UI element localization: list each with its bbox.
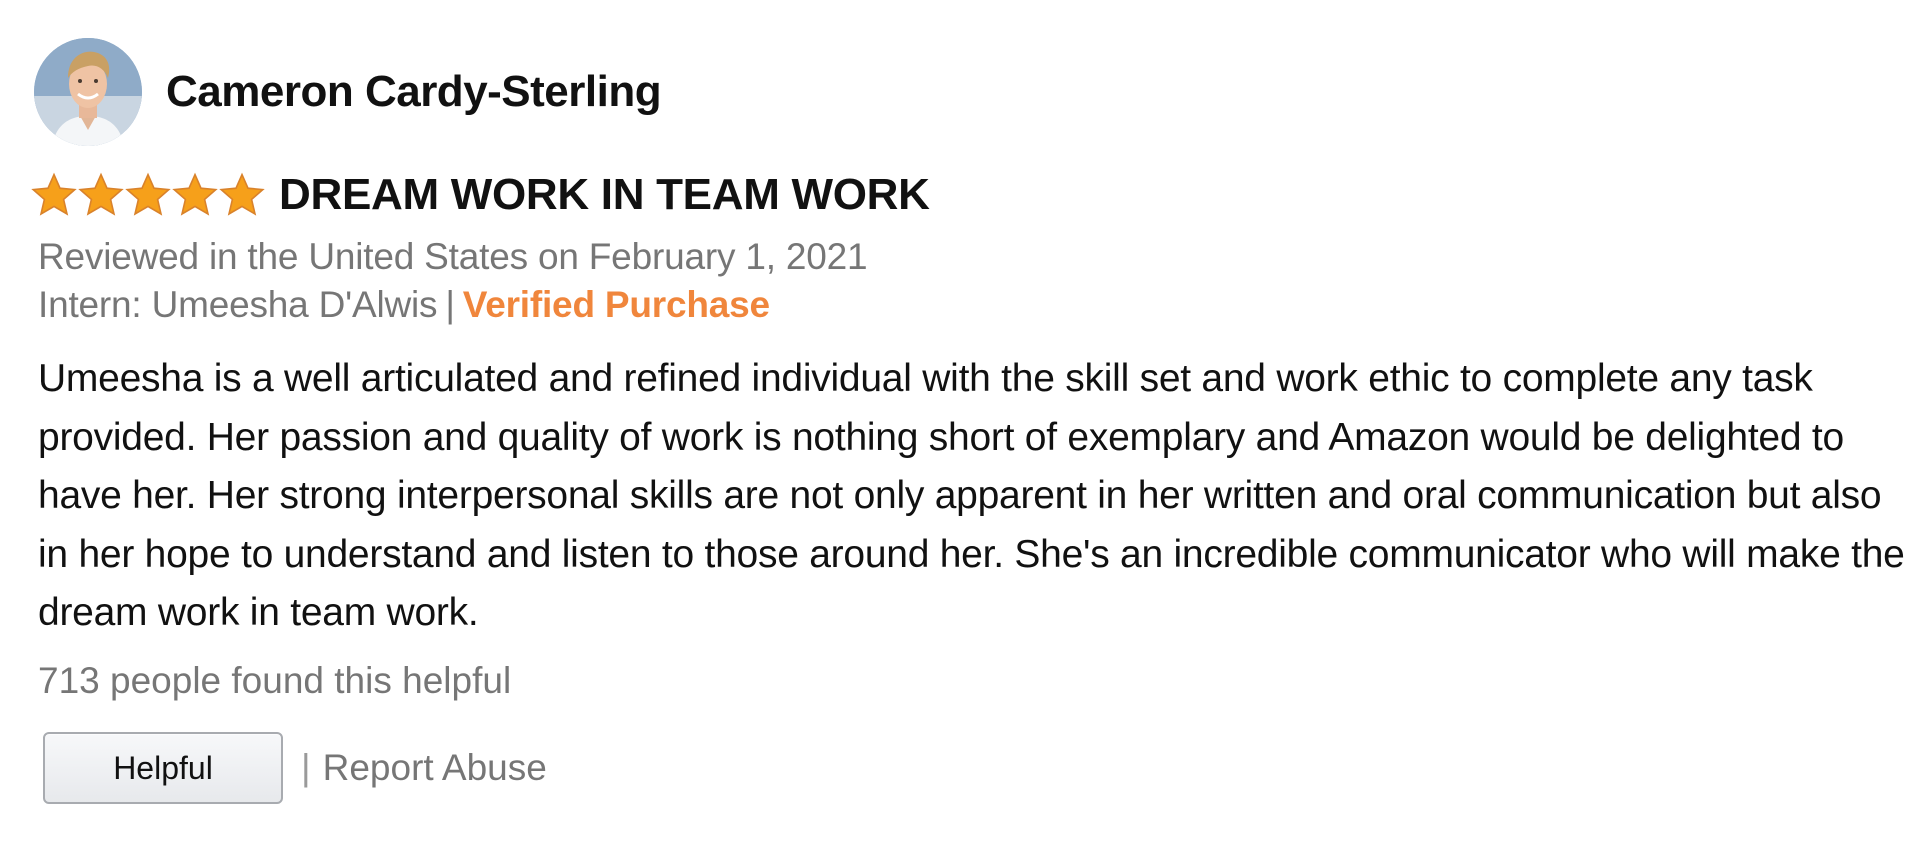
helpful-button[interactable]: Helpful bbox=[43, 732, 283, 804]
variant-text: Intern: Umeesha D'Alwis bbox=[38, 284, 438, 325]
review-actions: Helpful | Report Abuse bbox=[43, 731, 547, 805]
reviewer-avatar[interactable] bbox=[34, 38, 142, 146]
star-icon bbox=[125, 172, 171, 216]
star-icon bbox=[78, 172, 124, 216]
review-title-row: DREAM WORK IN TEAM WORK bbox=[30, 166, 930, 224]
helpful-count: 713 people found this helpful bbox=[38, 660, 512, 701]
reviewer-profile[interactable]: Cameron Cardy-Sterling bbox=[34, 38, 662, 146]
star-icon bbox=[172, 172, 218, 216]
review-title[interactable]: DREAM WORK IN TEAM WORK bbox=[279, 170, 930, 220]
star-rating[interactable] bbox=[30, 171, 265, 219]
verified-purchase-badge: Verified Purchase bbox=[462, 284, 770, 325]
report-abuse-link[interactable]: Report Abuse bbox=[323, 747, 547, 789]
review-date: Reviewed in the United States on Februar… bbox=[38, 236, 868, 277]
star-icon bbox=[31, 172, 77, 216]
review-variant-line: Intern: Umeesha D'Alwis | Verified Purchas… bbox=[38, 284, 770, 326]
review-body: Umeesha is a well articulated and refine… bbox=[38, 357, 1905, 634]
reviewer-name[interactable]: Cameron Cardy-Sterling bbox=[166, 67, 662, 117]
meta-separator: | bbox=[445, 284, 455, 325]
action-separator: | bbox=[301, 747, 311, 788]
customer-review: Cameron Cardy-Sterling DREAM WORK IN TEA… bbox=[0, 0, 1920, 841]
star-icon bbox=[219, 172, 265, 216]
